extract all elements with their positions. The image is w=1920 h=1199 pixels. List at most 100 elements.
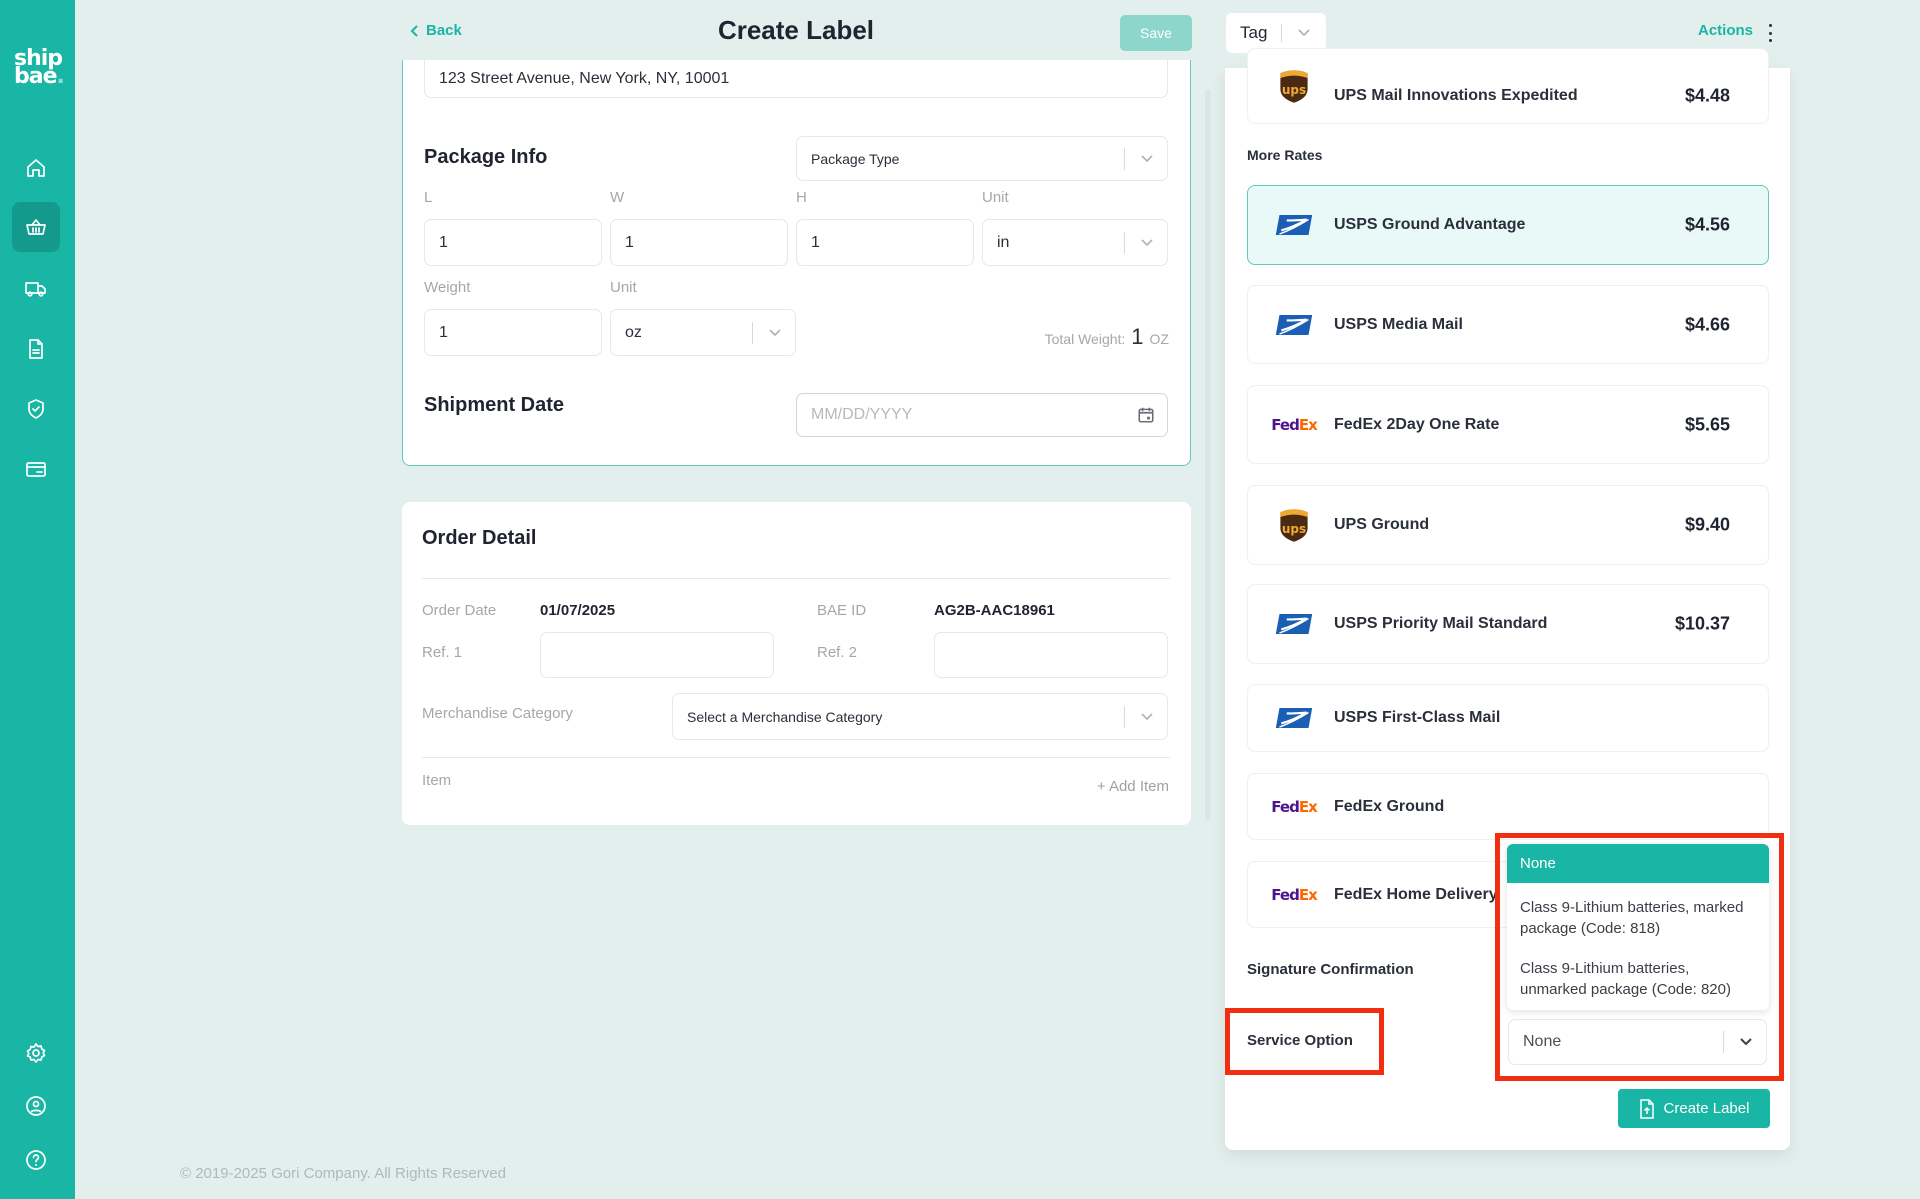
sidebar-item-help[interactable] xyxy=(12,1135,60,1185)
ref1-label: Ref. 1 xyxy=(422,644,463,661)
item-label: Item xyxy=(422,772,452,789)
gear-icon xyxy=(26,1043,46,1063)
scrollbar[interactable] xyxy=(1205,90,1211,820)
select-divider xyxy=(1124,705,1125,728)
package-type-placeholder: Package Type xyxy=(811,150,900,167)
fedex-logo-icon: FedEx xyxy=(1271,885,1317,904)
create-label-text: Create Label xyxy=(1663,1100,1750,1117)
divider xyxy=(422,757,1170,758)
sidebar-item-account[interactable] xyxy=(12,1081,60,1131)
order-date-label: Order Date xyxy=(422,602,497,619)
more-vertical-icon[interactable] xyxy=(1766,22,1774,44)
rate-option[interactable]: ups UPS Mail Innovations Expedited $4.48 xyxy=(1247,48,1769,124)
order-detail-title: Order Detail xyxy=(422,527,537,549)
ref2-input[interactable] xyxy=(934,632,1168,678)
rate-option[interactable]: FedEx FedEx Ground xyxy=(1247,773,1769,840)
select-divider xyxy=(1281,24,1282,42)
sidebar: ship bae. xyxy=(0,0,75,1199)
shipment-date-input[interactable]: MM/DD/YYYY xyxy=(796,393,1168,437)
dimension-unit-label: Unit xyxy=(982,189,1009,206)
truck-icon xyxy=(25,282,46,297)
rate-option[interactable]: USPS Priority Mail Standard $10.37 xyxy=(1247,584,1769,664)
shipment-date-placeholder: MM/DD/YYYY xyxy=(811,406,913,423)
length-input[interactable]: 1 xyxy=(424,219,602,266)
width-input[interactable]: 1 xyxy=(610,219,788,266)
rate-option[interactable]: USPS Ground Advantage $4.56 xyxy=(1247,185,1769,265)
highlight-box-dropdown xyxy=(1495,833,1784,1081)
rate-name: USPS Ground Advantage xyxy=(1334,216,1526,233)
sidebar-item-orders[interactable] xyxy=(12,202,60,252)
chevron-down-icon xyxy=(1141,712,1153,720)
usps-logo-icon xyxy=(1272,606,1316,642)
rate-name: FedEx Home Delivery xyxy=(1334,885,1498,903)
length-value: 1 xyxy=(439,233,448,251)
rate-option[interactable]: FedEx FedEx 2Day One Rate $5.65 xyxy=(1247,385,1769,464)
sidebar-item-home[interactable] xyxy=(12,143,60,193)
ups-logo-icon: ups xyxy=(1272,68,1316,104)
rate-price: $4.48 xyxy=(1684,85,1730,106)
shipbae-logo[interactable]: ship bae. xyxy=(14,48,65,89)
divider xyxy=(422,578,1170,579)
rate-option[interactable]: USPS Media Mail $4.66 xyxy=(1247,285,1769,364)
sidebar-item-documents[interactable] xyxy=(12,324,60,374)
height-input[interactable]: 1 xyxy=(796,219,974,266)
logo-line-2-text: bae xyxy=(14,64,58,89)
shield-check-icon xyxy=(28,399,44,419)
rate-name: UPS Mail Innovations Expedited xyxy=(1334,87,1578,104)
rate-option[interactable]: USPS First-Class Mail xyxy=(1247,684,1769,752)
sidebar-item-settings[interactable] xyxy=(12,1028,60,1078)
order-detail-card: Order Detail Order Date 01/07/2025 BAE I… xyxy=(402,502,1191,825)
weight-label: Weight xyxy=(424,279,471,296)
merchandise-category-select[interactable]: Select a Merchandise Category xyxy=(672,693,1168,740)
add-item-button[interactable]: + Add Item xyxy=(1097,778,1169,795)
weight-unit-label: Unit xyxy=(610,279,637,296)
file-upload-icon xyxy=(1639,1098,1654,1119)
weight-unit-select[interactable]: oz xyxy=(610,309,796,356)
rate-option[interactable]: ups UPS Ground $9.40 xyxy=(1247,485,1769,565)
more-rates-label: More Rates xyxy=(1247,147,1323,163)
shipment-date-title: Shipment Date xyxy=(424,394,565,416)
tag-select[interactable]: Tag xyxy=(1226,13,1326,53)
weight-input[interactable]: 1 xyxy=(424,309,602,356)
home-icon xyxy=(27,159,45,177)
back-link[interactable]: Back xyxy=(410,22,462,39)
package-type-select[interactable]: Package Type xyxy=(796,136,1168,181)
sidebar-item-billing[interactable] xyxy=(12,444,60,494)
rate-name: USPS First-Class Mail xyxy=(1334,709,1501,726)
dimension-unit-value: in xyxy=(997,233,1010,251)
total-weight-unit: OZ xyxy=(1149,331,1169,347)
usps-logo-icon xyxy=(1272,700,1316,736)
chevron-down-icon xyxy=(1141,238,1153,246)
shipping-form-card: 123 Street Avenue, New York, NY, 10001 P… xyxy=(402,60,1191,466)
help-icon xyxy=(26,1150,46,1170)
rate-name: UPS Ground xyxy=(1334,516,1430,533)
select-divider xyxy=(1124,147,1125,170)
rate-name: FedEx 2Day One Rate xyxy=(1334,415,1500,433)
sidebar-item-insurance[interactable] xyxy=(12,384,60,434)
total-weight: Total Weight: 1 OZ xyxy=(1045,324,1169,350)
user-circle-icon xyxy=(26,1096,46,1116)
rate-price: $4.66 xyxy=(1684,314,1730,334)
page-title: Create Label xyxy=(717,15,875,45)
calendar-icon[interactable] xyxy=(1137,406,1155,424)
document-icon xyxy=(29,339,43,359)
height-label: H xyxy=(796,189,807,206)
weight-value: 1 xyxy=(439,323,448,341)
save-button[interactable]: Save xyxy=(1120,15,1192,51)
ref1-input[interactable] xyxy=(540,632,774,678)
highlight-box-service-option xyxy=(1225,1008,1384,1075)
rate-name: FedEx Ground xyxy=(1334,797,1445,815)
chevron-down-icon xyxy=(769,328,781,336)
ref2-label: Ref. 2 xyxy=(817,644,858,661)
dimension-unit-select[interactable]: in xyxy=(982,219,1168,266)
address-field[interactable]: 123 Street Avenue, New York, NY, 10001 xyxy=(424,60,1168,98)
svg-text:ups: ups xyxy=(1282,83,1306,97)
basket-icon xyxy=(26,219,46,235)
footer-copyright: © 2019-2025 Gori Company. All Rights Res… xyxy=(180,1165,506,1182)
sidebar-item-shipments[interactable] xyxy=(12,264,60,314)
actions-menu-button[interactable]: Actions xyxy=(1698,22,1753,39)
rate-price: $10.37 xyxy=(1674,613,1730,634)
logo-dot: . xyxy=(56,64,65,89)
create-label-button[interactable]: Create Label xyxy=(1618,1089,1770,1128)
bae-id-value: AG2B-AAC18961 xyxy=(934,602,1055,619)
